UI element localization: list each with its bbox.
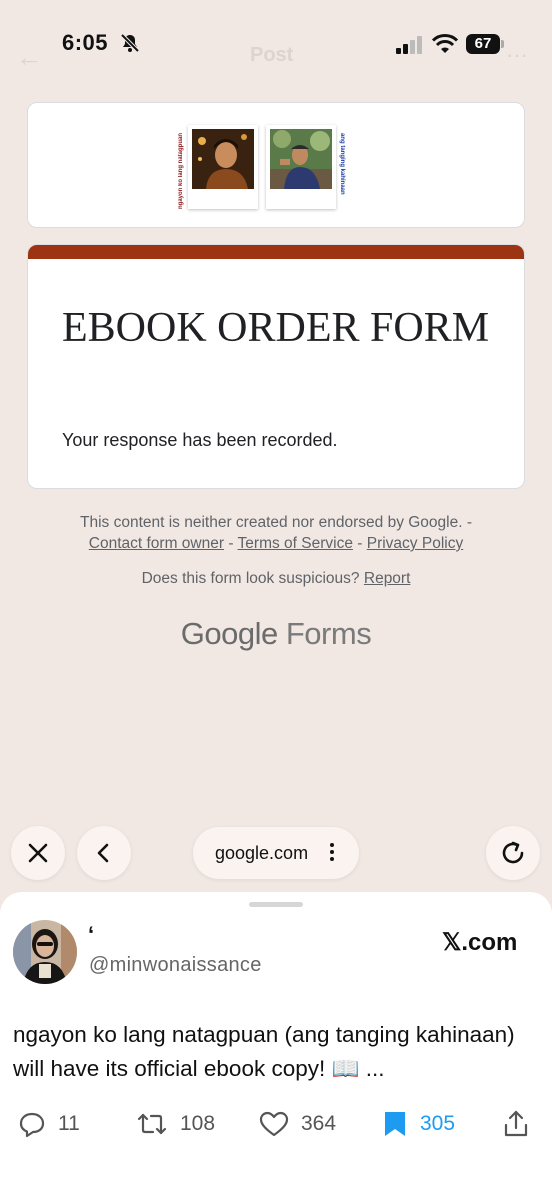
battery-icon: 67 xyxy=(466,34,504,54)
browser-back-button[interactable] xyxy=(77,826,131,880)
portrait-photo-1 xyxy=(192,129,254,189)
avatar[interactable] xyxy=(13,920,77,984)
display-name: ‘ xyxy=(88,922,95,947)
retweet-count: 108 xyxy=(180,1112,216,1135)
bookmark-button[interactable]: 305 xyxy=(382,1106,455,1142)
separator: - xyxy=(352,535,367,552)
suspicious-text: Does this form look suspicious? xyxy=(141,570,360,587)
polaroid-photo-1 xyxy=(188,125,258,209)
heart-icon xyxy=(259,1111,289,1137)
clock-time: 6:05 xyxy=(62,30,109,55)
polaroid-photo-2 xyxy=(266,125,336,209)
sheet-grabber[interactable] xyxy=(249,902,303,907)
forms-wordmark: Forms xyxy=(285,616,372,651)
form-title: EBOOK ORDER FORM xyxy=(62,305,490,351)
avatar-image xyxy=(13,920,77,984)
post-header-title: Post xyxy=(250,44,294,66)
wifi-icon xyxy=(432,34,458,53)
reload-icon xyxy=(502,841,524,864)
form-response-card: EBOOK ORDER FORM Your response has been … xyxy=(27,244,525,489)
back-arrow-icon: ← xyxy=(16,42,42,72)
tweet-preview-sheet[interactable]: ‘ @minwonaissance 𝕏.com ngayon ko lang n… xyxy=(0,892,552,1200)
share-icon xyxy=(504,1110,528,1137)
signal-icon xyxy=(396,36,422,54)
user-handle[interactable]: @minwonaissance xyxy=(89,954,262,977)
more-icon: ··· xyxy=(506,42,528,67)
x-com-logo[interactable]: 𝕏.com xyxy=(442,928,517,957)
status-bar: ← Post ··· 6:05 67 xyxy=(0,0,552,92)
google-wordmark: Google xyxy=(180,616,278,651)
more-vertical-icon[interactable] xyxy=(329,841,335,863)
like-count: 364 xyxy=(301,1112,337,1135)
banner-right-caption: ang tanging kahinaan xyxy=(339,133,345,195)
url-bar[interactable]: google.com xyxy=(193,827,359,879)
report-link[interactable]: Report xyxy=(364,570,411,587)
bookmark-count: 305 xyxy=(420,1112,456,1135)
portrait-photo-2 xyxy=(270,129,332,189)
form-accent-bar xyxy=(28,245,524,259)
separator: - xyxy=(224,535,238,552)
bookmark-icon xyxy=(385,1112,405,1136)
privacy-policy-link[interactable]: Privacy Policy xyxy=(367,535,463,552)
retweet-icon xyxy=(137,1113,167,1135)
bell-slash-icon xyxy=(120,33,140,53)
url-text: google.com xyxy=(215,843,309,863)
google-disclaimer: This content is neither created nor endo… xyxy=(0,512,552,554)
battery-level: 67 xyxy=(466,34,500,54)
reply-icon xyxy=(19,1112,45,1138)
tweet-text: ngayon ko lang natagpuan (ang tanging ka… xyxy=(13,1022,515,1081)
share-button[interactable] xyxy=(502,1106,542,1142)
reply-count: 11 xyxy=(58,1112,80,1135)
terms-of-service-link[interactable]: Terms of Service xyxy=(238,535,353,552)
back-icon xyxy=(97,843,109,863)
reload-button[interactable] xyxy=(486,826,540,880)
retweet-button[interactable]: 108 xyxy=(136,1106,215,1142)
disclaimer-text: This content is neither created nor endo… xyxy=(79,514,473,531)
banner-left-caption: ngayon ko lang natagpuan xyxy=(178,133,184,210)
contact-form-owner-link[interactable]: Contact form owner xyxy=(89,535,224,552)
reply-button[interactable]: 11 xyxy=(18,1106,80,1142)
form-banner-card: ngayon ko lang natagpuan ang tanging kah… xyxy=(27,102,525,228)
google-forms-logo[interactable]: Google Forms xyxy=(0,616,552,652)
suspicious-form-notice: Does this form look suspicious? Report xyxy=(0,570,552,588)
like-button[interactable]: 364 xyxy=(259,1106,336,1142)
response-recorded-message: Your response has been recorded. xyxy=(62,430,338,450)
close-icon xyxy=(28,843,48,863)
close-browser-button[interactable] xyxy=(11,826,65,880)
